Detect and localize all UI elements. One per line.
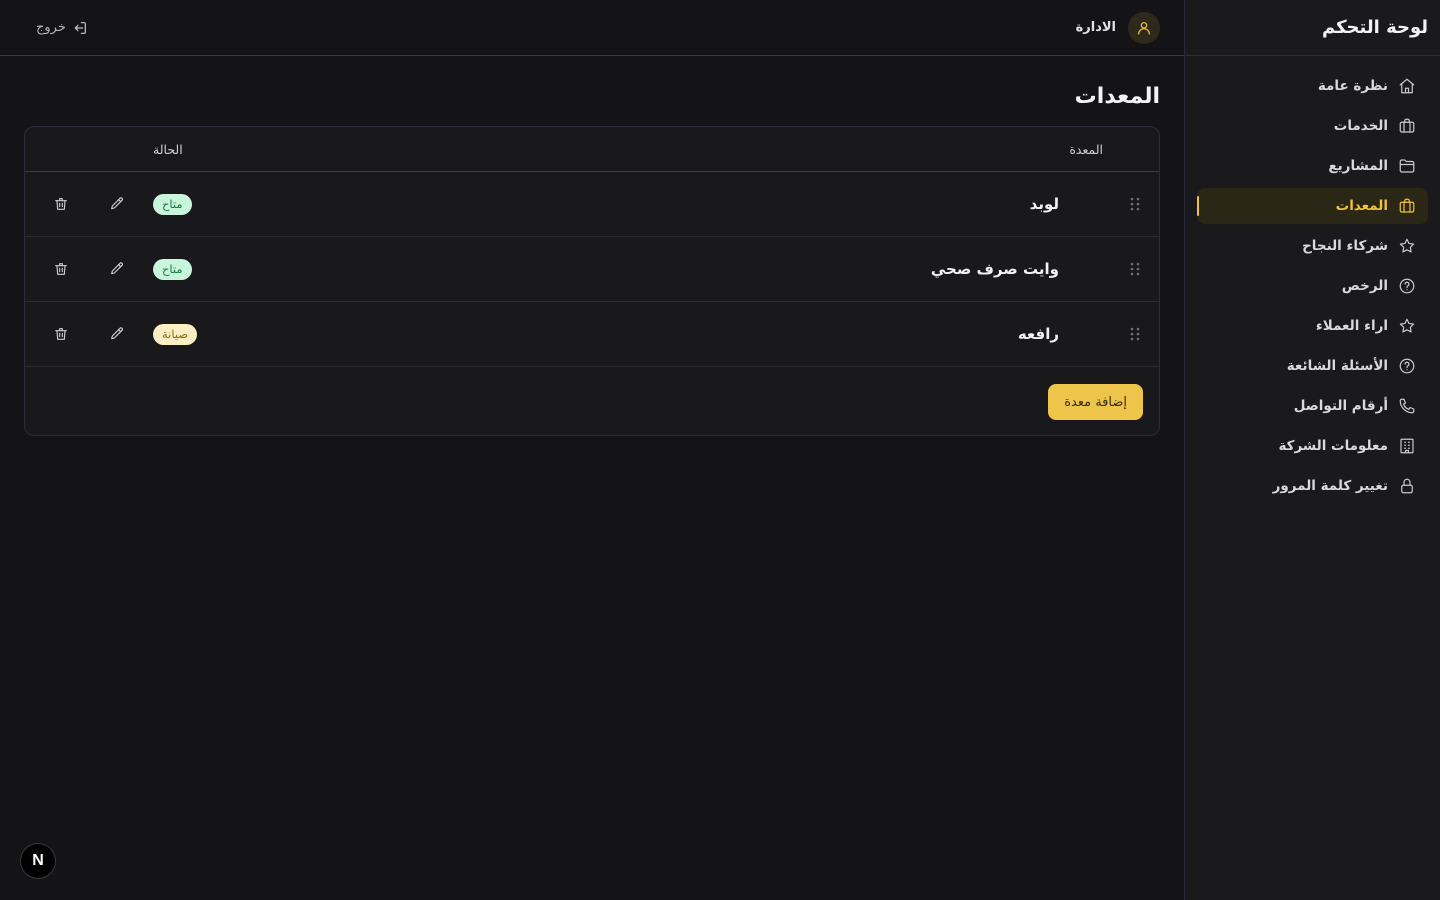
app-root: لوحة التحكم نظرة عامة الخدمات المشاريع ا…: [0, 0, 1440, 900]
sidebar-item-label: أرقام التواصل: [1293, 398, 1388, 414]
column-header-name: المعدة: [1069, 141, 1103, 157]
star-icon: [1398, 317, 1416, 335]
sidebar-item-label: المشاريع: [1328, 158, 1388, 174]
sidebar-item-label: اراء العملاء: [1315, 318, 1388, 334]
sidebar-item-change-password[interactable]: تغيير كلمة المرور: [1197, 468, 1428, 504]
sidebar-item-label: المعدات: [1335, 198, 1388, 214]
status-badge: متاح: [153, 193, 192, 215]
sidebar-item-label: الأسئلة الشائعة: [1286, 358, 1388, 374]
user-icon: [1138, 21, 1150, 35]
edit-icon[interactable]: [105, 257, 129, 281]
sidebar-item-label: الرخص: [1341, 278, 1388, 294]
table-header: المعدة الحالة: [25, 127, 1159, 172]
avatar: [1128, 11, 1160, 44]
sidebar-item-label: نظرة عامة: [1317, 78, 1388, 94]
sidebar-item-testimonials[interactable]: اراء العملاء: [1197, 308, 1428, 344]
topbar: الادارة خروج: [0, 0, 1184, 56]
sidebar-item-label: الخدمات: [1333, 118, 1388, 134]
sidebar-item-equipment[interactable]: المعدات: [1197, 188, 1428, 224]
sidebar-item-faq[interactable]: الأسئلة الشائعة: [1197, 348, 1428, 384]
sidebar-item-projects[interactable]: المشاريع: [1197, 148, 1428, 184]
sidebar-item-services[interactable]: الخدمات: [1197, 108, 1428, 144]
sidebar-item-company-info[interactable]: معلومات الشركة: [1197, 428, 1428, 464]
home-icon: [1398, 77, 1416, 95]
user-menu[interactable]: الادارة: [1075, 11, 1160, 44]
page-title: المعدات: [1074, 84, 1160, 109]
sidebar-item-partners[interactable]: شركاء النجاح: [1197, 228, 1428, 264]
equipment-name: رافعه: [1017, 325, 1059, 343]
logout-button[interactable]: خروج: [36, 20, 88, 36]
drag-handle-icon[interactable]: [1127, 326, 1143, 342]
edit-icon[interactable]: [105, 192, 129, 216]
trash-icon[interactable]: [49, 257, 73, 281]
logout-icon: [72, 20, 88, 36]
sidebar-item-label: شركاء النجاح: [1302, 238, 1388, 254]
drag-handle-icon[interactable]: [1127, 261, 1143, 277]
trash-icon[interactable]: [49, 322, 73, 346]
edit-icon[interactable]: [105, 322, 129, 346]
help-circle-icon: [1398, 357, 1416, 375]
table-row: وايت صرف صحي متاح: [25, 237, 1159, 302]
sidebar-header: لوحة التحكم: [1185, 0, 1440, 56]
trash-icon[interactable]: [49, 192, 73, 216]
phone-icon: [1398, 397, 1416, 415]
table-row: رافعه صيانة: [25, 302, 1159, 367]
drag-handle-icon[interactable]: [1127, 196, 1143, 212]
briefcase-icon: [1398, 117, 1416, 135]
equipment-table-card: المعدة الحالة لوبد متاح وايت صرف صحي متا…: [24, 126, 1160, 436]
equipment-name: لوبد: [1029, 195, 1059, 213]
toolbox-icon: [1398, 197, 1416, 215]
sidebar-nav: نظرة عامة الخدمات المشاريع المعدات شركاء…: [1185, 56, 1440, 504]
table-row: لوبد متاح: [25, 172, 1159, 237]
sidebar-item-label: تغيير كلمة المرور: [1272, 478, 1388, 494]
table-footer: إضافة معدة: [25, 367, 1159, 435]
status-badge: صيانة: [153, 323, 198, 345]
building-icon: [1398, 437, 1416, 455]
user-name: الادارة: [1075, 20, 1116, 35]
sidebar-item-licenses[interactable]: الرخص: [1197, 268, 1428, 304]
sidebar-item-overview[interactable]: نظرة عامة: [1197, 68, 1428, 104]
sidebar-item-contact-numbers[interactable]: أرقام التواصل: [1197, 388, 1428, 424]
sidebar: لوحة التحكم نظرة عامة الخدمات المشاريع ا…: [1184, 0, 1440, 900]
help-circle-icon: [1398, 277, 1416, 295]
status-badge: متاح: [153, 258, 192, 280]
star-icon: [1398, 237, 1416, 255]
equipment-name: وايت صرف صحي: [930, 260, 1059, 278]
add-equipment-button[interactable]: إضافة معدة: [1048, 384, 1143, 420]
dashboard-title: لوحة التحكم: [1321, 17, 1428, 38]
folder-icon: [1398, 157, 1416, 175]
lock-icon: [1398, 477, 1416, 495]
sidebar-item-label: معلومات الشركة: [1278, 438, 1388, 454]
column-header-status: الحالة: [153, 141, 183, 157]
main-content: المعدات المعدة الحالة لوبد متاح وايت صرف…: [24, 56, 1160, 436]
framework-badge[interactable]: N: [20, 843, 56, 879]
logout-label: خروج: [36, 20, 66, 35]
